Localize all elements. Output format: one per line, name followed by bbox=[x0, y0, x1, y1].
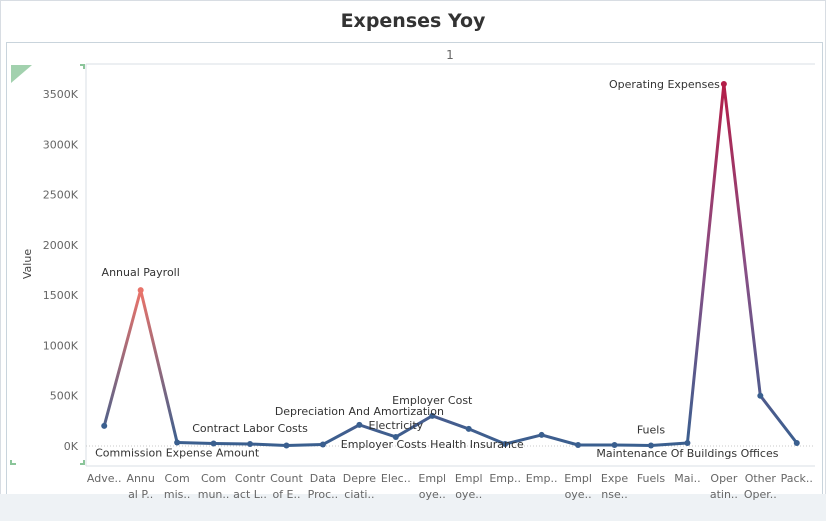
x-tick-label: Expe bbox=[601, 472, 628, 485]
x-tick-label: Elec.. bbox=[381, 472, 411, 485]
point-label: Contract Labor Costs bbox=[192, 422, 308, 435]
y-tick-label: 3000K bbox=[43, 138, 79, 151]
series-line-segment bbox=[102, 288, 143, 428]
series-line-segment bbox=[685, 82, 726, 445]
x-tick-label: Annu bbox=[126, 472, 154, 485]
corner-mark-bottom-left bbox=[10, 460, 16, 465]
series-line-segment bbox=[248, 442, 288, 447]
x-tick-label: Emp.. bbox=[526, 472, 558, 485]
data-point[interactable] bbox=[793, 439, 800, 446]
data-point[interactable] bbox=[575, 441, 582, 448]
x-tick-label-line2: oye.. bbox=[565, 488, 592, 501]
series-line-segment bbox=[649, 441, 689, 447]
x-tick-label-line2: oye.. bbox=[455, 488, 482, 501]
x-tick-label-line2: Proc.. bbox=[308, 488, 339, 501]
data-point[interactable] bbox=[356, 421, 363, 428]
x-tick-label-line2: nse.. bbox=[601, 488, 627, 501]
data-point[interactable] bbox=[101, 422, 108, 429]
x-tick-label: Mai.. bbox=[674, 472, 700, 485]
y-tick-label: 3500K bbox=[43, 88, 79, 101]
x-tick-label: Oper bbox=[710, 472, 737, 485]
data-point[interactable] bbox=[465, 425, 472, 432]
point-label: Commission Expense Amount bbox=[95, 446, 260, 459]
x-tick-label-line2: oye.. bbox=[419, 488, 446, 501]
point-label: Annual Payroll bbox=[102, 266, 180, 279]
series-line-segment bbox=[540, 433, 580, 447]
data-point[interactable] bbox=[319, 441, 326, 448]
series-line-segment bbox=[212, 441, 252, 446]
x-tick-label: Pack.. bbox=[781, 472, 813, 485]
column-header: 1 bbox=[446, 48, 454, 62]
x-tick-label-line2: act L.. bbox=[233, 488, 267, 501]
x-tick-label-line2: ciati.. bbox=[344, 488, 374, 501]
corner-mark-bottom-right bbox=[80, 460, 85, 465]
y-tick-label: 1000K bbox=[43, 339, 79, 352]
data-point[interactable] bbox=[757, 392, 764, 399]
x-tick-label: Com bbox=[165, 472, 190, 485]
series-line-segment bbox=[758, 394, 799, 445]
x-tick-label-line2: mun.. bbox=[198, 488, 230, 501]
series-line-segment bbox=[613, 443, 653, 447]
data-point[interactable] bbox=[720, 80, 727, 87]
x-tick-label: Data bbox=[310, 472, 336, 485]
x-tick-label-line2: al P.. bbox=[128, 488, 153, 501]
line-chart: 1 Value 0K 500K 1000K 1500K 2000K 2500K 3000K 3… bbox=[10, 48, 815, 501]
point-label: Electricity bbox=[369, 419, 424, 432]
y-axis-label: Value bbox=[21, 249, 34, 279]
y-tick-label: 2000K bbox=[43, 239, 79, 252]
data-point[interactable] bbox=[538, 431, 545, 438]
y-tick-label: 2500K bbox=[43, 189, 79, 202]
data-point[interactable] bbox=[137, 287, 144, 294]
data-point[interactable] bbox=[283, 442, 290, 449]
point-label: Operating Expenses bbox=[609, 78, 720, 91]
point-label: Employer Costs Health Insurance bbox=[341, 438, 524, 451]
point-label: Fuels bbox=[637, 423, 666, 436]
series-line-segment bbox=[722, 82, 762, 398]
x-tick-label: Other bbox=[745, 472, 777, 485]
data-point[interactable] bbox=[174, 439, 181, 446]
x-tick-label: Count bbox=[270, 472, 303, 485]
series-line-segment bbox=[284, 442, 325, 447]
data-point[interactable] bbox=[684, 439, 691, 446]
series-line-segment bbox=[139, 288, 179, 444]
x-tick-label-line2: of E.. bbox=[272, 488, 300, 501]
x-tick-label: Com bbox=[201, 472, 226, 485]
x-tick-label: Empl bbox=[418, 472, 446, 485]
y-tick-label: 0K bbox=[64, 440, 79, 453]
point-label: Maintenance Of Buildings Offices bbox=[596, 447, 778, 460]
y-tick-label: 1500K bbox=[43, 289, 79, 302]
x-tick-label: Emp.. bbox=[489, 472, 521, 485]
x-tick-label: Empl bbox=[564, 472, 592, 485]
x-tick-label: Empl bbox=[455, 472, 483, 485]
point-label: Employer Cost bbox=[392, 394, 473, 407]
x-tick-label-line2: Oper.. bbox=[744, 488, 777, 501]
x-tick-label: Contr bbox=[235, 472, 266, 485]
corner-mark-top-right bbox=[80, 64, 85, 69]
x-tick-label-line2: mis.. bbox=[164, 488, 191, 501]
x-tick-label: Depre bbox=[343, 472, 377, 485]
series-line-segment bbox=[175, 440, 216, 445]
y-tick-label: 500K bbox=[50, 390, 79, 403]
x-tick-label: Fuels bbox=[637, 472, 666, 485]
x-tick-label: Adve.. bbox=[87, 472, 122, 485]
corner-hatch-icon bbox=[11, 65, 32, 83]
x-tick-label-line2: atin.. bbox=[710, 488, 738, 501]
